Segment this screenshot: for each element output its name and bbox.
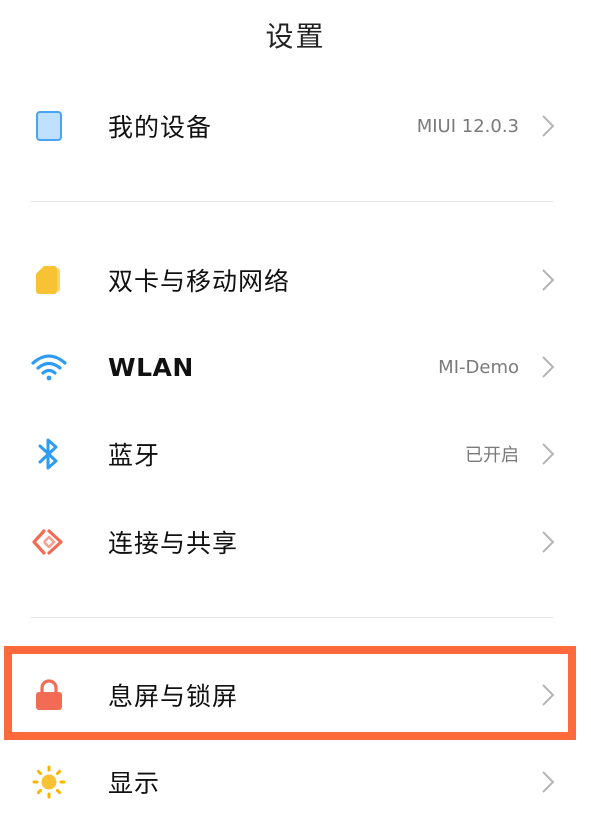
chevron-right-icon bbox=[542, 771, 555, 793]
lock-icon bbox=[30, 676, 68, 714]
settings-item-lock-screen[interactable]: 息屏与锁屏 bbox=[0, 651, 591, 739]
chevron-right-icon bbox=[542, 115, 555, 137]
wifi-icon bbox=[30, 348, 68, 386]
chevron-right-icon bbox=[542, 443, 555, 465]
share-connection-icon bbox=[30, 523, 68, 561]
settings-item-wlan[interactable]: WLAN MI-Demo bbox=[0, 323, 591, 411]
bluetooth-icon bbox=[30, 435, 68, 473]
settings-item-label: 显示 bbox=[108, 769, 161, 798]
page-title: 设置 bbox=[265, 20, 326, 53]
settings-item-value: 已开启 bbox=[465, 445, 519, 466]
section-divider bbox=[30, 201, 554, 202]
settings-item-label: 双卡与移动网络 bbox=[108, 267, 291, 296]
settings-item-connection-sharing[interactable]: 连接与共享 bbox=[0, 498, 591, 586]
settings-item-bluetooth[interactable]: 蓝牙 已开启 bbox=[0, 410, 591, 498]
title-bar: 设置 bbox=[0, 0, 591, 72]
settings-item-value: MIUI 12.0.3 bbox=[416, 115, 519, 137]
chevron-right-icon bbox=[542, 531, 555, 553]
settings-item-my-device[interactable]: 我的设备 MIUI 12.0.3 bbox=[0, 82, 591, 170]
settings-item-label: 蓝牙 bbox=[108, 441, 161, 470]
settings-item-display[interactable]: 显示 bbox=[0, 738, 591, 826]
tablet-icon bbox=[30, 107, 68, 145]
settings-item-label: 我的设备 bbox=[108, 113, 213, 142]
chevron-right-icon bbox=[542, 269, 555, 291]
settings-item-value: MI-Demo bbox=[438, 356, 519, 378]
settings-item-sim[interactable]: 双卡与移动网络 bbox=[0, 236, 591, 324]
chevron-right-icon bbox=[542, 356, 555, 378]
settings-item-label: 息屏与锁屏 bbox=[108, 682, 239, 711]
sim-card-icon bbox=[30, 261, 68, 299]
chevron-right-icon bbox=[542, 684, 555, 706]
settings-item-label: 连接与共享 bbox=[108, 529, 239, 558]
section-divider bbox=[30, 617, 554, 618]
sun-icon bbox=[30, 763, 68, 801]
settings-item-label: WLAN bbox=[108, 352, 194, 382]
